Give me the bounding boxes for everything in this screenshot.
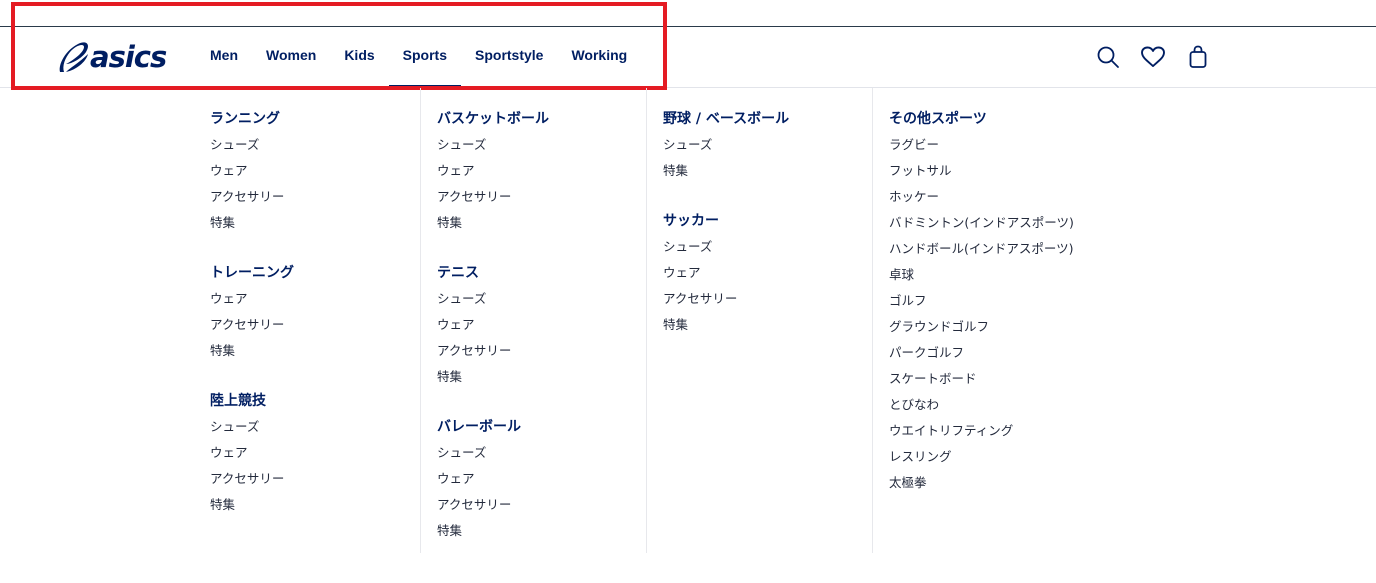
menu-group-soccer: サッカー シューズ ウェア アクセサリー 特集 <box>663 212 873 342</box>
bag-icon <box>1189 45 1207 68</box>
main-nav: Men Women Kids Sports Sportstyle Working <box>196 27 641 87</box>
group-title[interactable]: トレーニング <box>210 264 420 282</box>
menu-link[interactable]: ウェア <box>437 470 647 496</box>
menu-link[interactable]: 特集 <box>210 342 420 368</box>
nav-kids[interactable]: Kids <box>330 27 388 87</box>
menu-link[interactable]: ウェア <box>437 316 647 342</box>
menu-link[interactable]: 特集 <box>437 522 647 548</box>
menu-link[interactable]: スケートボード <box>889 370 1132 396</box>
menu-link[interactable]: ウェア <box>210 290 420 316</box>
menu-link[interactable]: 特集 <box>437 214 647 240</box>
asics-spiral-icon <box>59 42 89 72</box>
site-header: asics Men Women Kids Sports Sportstyle W… <box>0 27 1376 88</box>
menu-group-baseball: 野球 / ベースボール シューズ 特集 <box>663 110 873 188</box>
menu-link[interactable]: シューズ <box>437 136 647 162</box>
menu-link[interactable]: アクセサリー <box>437 496 647 522</box>
menu-link[interactable]: アクセサリー <box>663 290 873 316</box>
menu-link[interactable]: アクセサリー <box>210 188 420 214</box>
menu-link[interactable]: 太極拳 <box>889 474 1132 500</box>
menu-link[interactable]: ウェア <box>663 264 873 290</box>
menu-column-1: ランニング シューズ ウェア アクセサリー 特集 トレーニング ウェア アクセサ… <box>210 88 420 553</box>
menu-group-training: トレーニング ウェア アクセサリー 特集 <box>210 264 420 368</box>
wishlist-button[interactable] <box>1139 42 1167 72</box>
menu-group-athletics: 陸上競技 シューズ ウェア アクセサリー 特集 <box>210 392 420 522</box>
menu-link[interactable]: パークゴルフ <box>889 344 1132 370</box>
group-title[interactable]: その他スポーツ <box>889 110 1132 128</box>
menu-link[interactable]: 卓球 <box>889 266 1132 292</box>
menu-link[interactable]: 特集 <box>437 368 647 394</box>
menu-link[interactable]: とびなわ <box>889 396 1132 422</box>
menu-column-3: 野球 / ベースボール シューズ 特集 サッカー シューズ ウェア アクセサリー… <box>646 88 873 553</box>
asics-logo[interactable]: asics <box>56 37 170 77</box>
group-title[interactable]: サッカー <box>663 212 873 230</box>
nav-women[interactable]: Women <box>252 27 330 87</box>
group-title[interactable]: 陸上競技 <box>210 392 420 410</box>
menu-link[interactable]: レスリング <box>889 448 1132 474</box>
menu-link[interactable]: ウェア <box>210 444 420 470</box>
menu-link[interactable]: アクセサリー <box>210 316 420 342</box>
menu-link[interactable]: ラグビー <box>889 136 1132 162</box>
heart-icon <box>1141 46 1165 67</box>
menu-link[interactable]: シューズ <box>210 136 420 162</box>
menu-link[interactable]: 特集 <box>663 162 873 188</box>
menu-link[interactable]: シューズ <box>210 418 420 444</box>
menu-link[interactable]: ウェア <box>210 162 420 188</box>
sports-mega-menu: ランニング シューズ ウェア アクセサリー 特集 トレーニング ウェア アクセサ… <box>0 88 1376 558</box>
menu-link[interactable]: アクセサリー <box>437 342 647 368</box>
menu-column-4: その他スポーツ ラグビー フットサル ホッケー バドミントン(インドアスポーツ)… <box>872 88 1132 553</box>
menu-link[interactable]: アクセサリー <box>210 470 420 496</box>
search-button[interactable] <box>1094 42 1122 72</box>
nav-sportstyle[interactable]: Sportstyle <box>461 27 557 87</box>
menu-link[interactable]: ゴルフ <box>889 292 1132 318</box>
menu-link[interactable]: ウェア <box>437 162 647 188</box>
cart-button[interactable] <box>1184 42 1212 72</box>
logo-wordmark: asics <box>90 39 167 74</box>
group-title[interactable]: テニス <box>437 264 647 282</box>
menu-group-running: ランニング シューズ ウェア アクセサリー 特集 <box>210 110 420 240</box>
menu-group-volleyball: バレーボール シューズ ウェア アクセサリー 特集 <box>437 418 647 548</box>
menu-group-other-sports: その他スポーツ ラグビー フットサル ホッケー バドミントン(インドアスポーツ)… <box>889 110 1132 500</box>
menu-link[interactable]: 特集 <box>210 214 420 240</box>
header-actions <box>1094 42 1229 72</box>
menu-link[interactable]: グラウンドゴルフ <box>889 318 1132 344</box>
group-title[interactable]: バレーボール <box>437 418 647 436</box>
nav-men[interactable]: Men <box>196 27 252 87</box>
search-icon <box>1097 46 1119 68</box>
menu-link[interactable]: 特集 <box>210 496 420 522</box>
group-title[interactable]: ランニング <box>210 110 420 128</box>
menu-link[interactable]: ウエイトリフティング <box>889 422 1132 448</box>
menu-column-2: バスケットボール シューズ ウェア アクセサリー 特集 テニス シューズ ウェア… <box>420 88 647 553</box>
menu-link[interactable]: シューズ <box>437 290 647 316</box>
menu-link[interactable]: シューズ <box>663 136 873 162</box>
group-title[interactable]: バスケットボール <box>437 110 647 128</box>
menu-link[interactable]: フットサル <box>889 162 1132 188</box>
group-title[interactable]: 野球 / ベースボール <box>663 110 873 128</box>
menu-link[interactable]: 特集 <box>663 316 873 342</box>
menu-link[interactable]: ハンドボール(インドアスポーツ) <box>889 240 1132 266</box>
menu-group-tennis: テニス シューズ ウェア アクセサリー 特集 <box>437 264 647 394</box>
nav-sports[interactable]: Sports <box>388 27 462 87</box>
menu-link[interactable]: バドミントン(インドアスポーツ) <box>889 214 1132 240</box>
page: asics Men Women Kids Sports Sportstyle W… <box>0 0 1376 583</box>
menu-link[interactable]: シューズ <box>663 238 873 264</box>
menu-link[interactable]: シューズ <box>437 444 647 470</box>
menu-link[interactable]: アクセサリー <box>437 188 647 214</box>
nav-working[interactable]: Working <box>557 27 641 87</box>
menu-link[interactable]: ホッケー <box>889 188 1132 214</box>
menu-group-basketball: バスケットボール シューズ ウェア アクセサリー 特集 <box>437 110 647 240</box>
